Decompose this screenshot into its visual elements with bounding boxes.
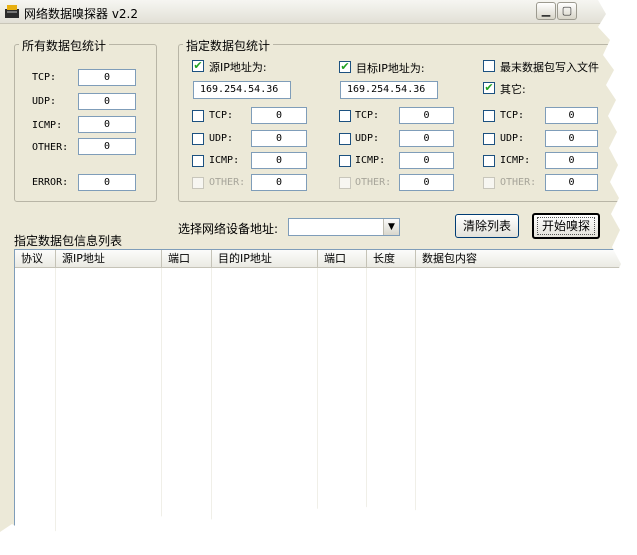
dst-other-count: 0 [399,174,454,191]
grid-line [366,268,367,548]
all-udp-count: 0 [78,93,136,110]
all-udp-label: UDP: [32,96,57,107]
src-other-label: OTHER: [209,177,246,188]
grid-line [317,268,318,548]
src-ip-input[interactable]: 169.254.54.36 [193,81,291,99]
sniffer-window: 网络数据嗅探器 v2.2 ▁ ▢ 所有数据包统计 TCP: 0 UDP: 0 I… [0,0,637,555]
src-other-count: 0 [251,174,307,191]
col-length[interactable]: 长度 [367,250,416,268]
all-error-count: 0 [78,174,136,191]
other-icmp-checkbox[interactable] [483,155,495,167]
src-icmp-label: ICMP: [209,155,240,166]
grid-line [415,268,416,548]
dst-icmp-count: 0 [399,152,454,169]
src-ip-checkbox[interactable]: ✔ [192,60,204,72]
other-icmp-label: ICMP: [500,155,531,166]
dst-other-checkbox [339,177,351,189]
dst-tcp-label: TCP: [355,110,380,121]
all-other-label: OTHER: [32,142,69,153]
start-sniff-label: 开始嗅探 [536,217,595,235]
list-title: 指定数据包信息列表 [14,234,123,248]
grid-line [211,268,212,548]
src-tcp-label: TCP: [209,110,234,121]
dst-ip-label: 目标IP地址为: [356,62,425,75]
col-dst-port[interactable]: 端口 [318,250,367,268]
src-icmp-count: 0 [251,152,307,169]
minimize-button[interactable]: ▁ [536,2,556,20]
write-file-checkbox[interactable] [483,60,495,72]
app-icon [5,5,19,18]
all-tcp-label: TCP: [32,72,57,83]
col-dst-ip[interactable]: 目的IP地址 [212,250,318,268]
other-tcp-checkbox[interactable] [483,110,495,122]
other-icmp-count: 0 [545,152,598,169]
col-protocol[interactable]: 协议 [15,250,56,268]
src-other-checkbox [192,177,204,189]
grid-line [161,268,162,548]
dst-udp-label: UDP: [355,133,380,144]
all-icmp-count: 0 [78,116,136,133]
device-select[interactable]: ▼ [288,218,400,236]
all-stats-legend: 所有数据包统计 [19,37,110,54]
dst-ip-checkbox[interactable]: ✔ [339,61,351,73]
clear-list-button[interactable]: 清除列表 [455,214,519,238]
chevron-down-icon[interactable]: ▼ [383,219,399,235]
grid-line [55,268,56,548]
all-icmp-label: ICMP: [32,120,63,131]
other-other-count: 0 [545,174,598,191]
other-udp-checkbox[interactable] [483,133,495,145]
col-src-ip[interactable]: 源IP地址 [56,250,162,268]
src-udp-label: UDP: [209,133,234,144]
src-ip-label: 源IP地址为: [209,61,267,74]
device-label: 选择网络设备地址: [178,222,279,236]
start-sniff-button[interactable]: 开始嗅探 [532,213,600,239]
all-tcp-count: 0 [78,69,136,86]
other-udp-label: UDP: [500,133,525,144]
filter-stats-legend: 指定数据包统计 [183,37,274,54]
dst-tcp-count: 0 [399,107,454,124]
col-content[interactable]: 数据包内容 [416,250,625,268]
col-src-port[interactable]: 端口 [162,250,212,268]
dst-udp-count: 0 [399,130,454,147]
write-file-label: 最末数据包写入文件 [500,61,599,74]
other-label: 其它: [500,83,526,96]
other-other-checkbox [483,177,495,189]
dst-other-label: OTHER: [355,177,392,188]
src-udp-count: 0 [251,130,307,147]
maximize-button[interactable]: ▢ [557,2,577,20]
title-bar[interactable]: 网络数据嗅探器 v2.2 ▁ ▢ [0,0,637,24]
dst-icmp-checkbox[interactable] [339,155,351,167]
src-tcp-count: 0 [251,107,307,124]
other-other-label: OTHER: [500,177,537,188]
src-udp-checkbox[interactable] [192,133,204,145]
src-icmp-checkbox[interactable] [192,155,204,167]
minimize-icon: ▁ [541,4,551,17]
other-checkbox[interactable]: ✔ [483,82,495,94]
maximize-icon: ▢ [561,4,573,17]
dst-icmp-label: ICMP: [355,155,386,166]
dst-tcp-checkbox[interactable] [339,110,351,122]
packet-list[interactable]: 协议 源IP地址 端口 目的IP地址 端口 长度 数据包内容 [14,249,626,549]
dst-ip-input[interactable]: 169.254.54.36 [340,81,438,99]
all-other-count: 0 [78,138,136,155]
other-udp-count: 0 [545,130,598,147]
all-error-label: ERROR: [32,177,69,188]
other-tcp-label: TCP: [500,110,525,121]
other-tcp-count: 0 [545,107,598,124]
window-title: 网络数据嗅探器 v2.2 [24,7,139,21]
dst-udp-checkbox[interactable] [339,133,351,145]
src-tcp-checkbox[interactable] [192,110,204,122]
